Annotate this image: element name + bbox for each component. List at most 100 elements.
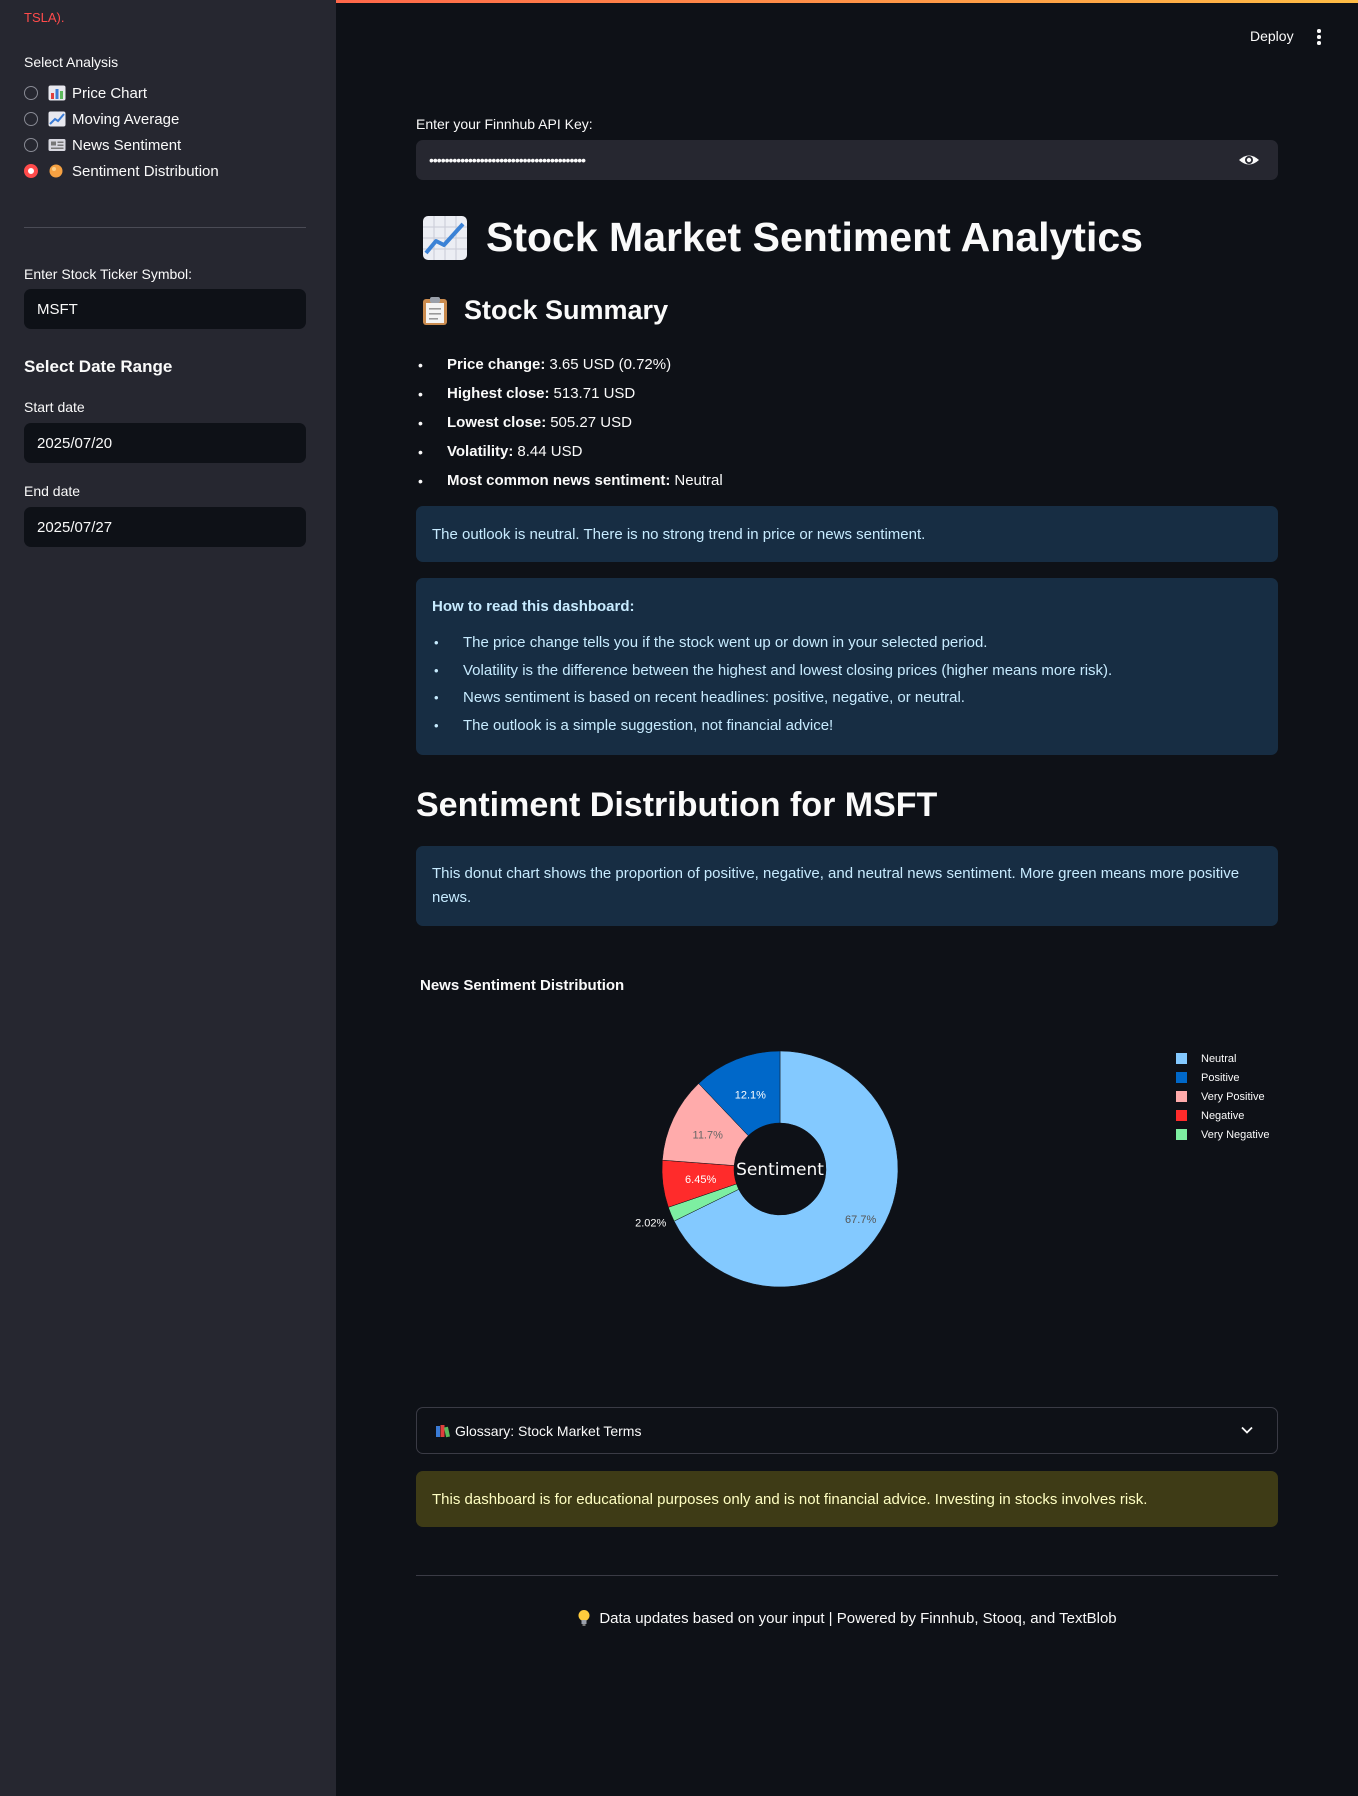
summary-key: Most common news sentiment: [447, 472, 671, 489]
ticker-input[interactable]: MSFT [24, 289, 306, 329]
summary-value: 8.44 USD [517, 443, 583, 460]
radio-button-selected[interactable] [24, 164, 38, 178]
legend-item[interactable]: Positive [1176, 1068, 1269, 1087]
end-date-label: End date [24, 483, 81, 499]
summary-value: 505.27 USD [550, 414, 632, 431]
legend-item[interactable]: Neutral [1176, 1049, 1269, 1068]
glossary-expander[interactable]: Glossary: Stock Market Terms [416, 1407, 1278, 1454]
api-key-label: Enter your Finnhub API Key: [416, 116, 593, 132]
summary-value: Neutral [674, 472, 723, 489]
sidebar: TSLA). Select Analysis Price Chart Movin… [0, 0, 336, 1796]
analysis-label: Select Analysis [24, 54, 119, 70]
glossary-label: Glossary: Stock Market Terms [455, 1422, 642, 1439]
radio-sentiment-distribution[interactable]: Sentiment Distribution [24, 158, 219, 184]
summary-item: Highest close:513.71 USD [416, 379, 723, 408]
radio-moving-average[interactable]: Moving Average [24, 106, 219, 132]
eye-icon[interactable] [1238, 151, 1260, 169]
radio-label: Sentiment Distribution [72, 162, 219, 180]
legend-swatch [1176, 1129, 1187, 1140]
deploy-button[interactable]: Deploy [1240, 26, 1304, 46]
api-key-input[interactable]: •••••••••••••••••••••••••••••••••••••••• [416, 140, 1278, 180]
clipboard-icon [423, 296, 447, 325]
sidebar-divider [24, 227, 306, 228]
summary-value: 513.71 USD [553, 385, 636, 402]
donut-center-label: Sentiment [736, 1160, 824, 1180]
summary-list: Price change:3.65 USD (0.72%) Highest cl… [416, 350, 723, 495]
api-key-value: •••••••••••••••••••••••••••••••••••••••• [429, 152, 586, 168]
footer-divider [416, 1575, 1278, 1576]
chart-info-box: This donut chart shows the proportion of… [416, 846, 1278, 926]
howto-item: Volatility is the difference between the… [432, 657, 1278, 685]
main-menu-icon[interactable] [1314, 27, 1324, 47]
section-heading: Sentiment Distribution for MSFT [416, 786, 938, 824]
howto-item: News sentiment is based on recent headli… [432, 684, 1278, 712]
summary-key: Price change: [447, 356, 546, 373]
howto-list: The price change tells you if the stock … [416, 629, 1278, 739]
radio-news-sentiment[interactable]: News Sentiment [24, 132, 219, 158]
start-date-label: Start date [24, 399, 85, 415]
howto-title: How to read this dashboard: [432, 598, 635, 615]
ticker-label: Enter Stock Ticker Symbol: [24, 266, 193, 282]
legend-item[interactable]: Very Positive [1176, 1087, 1269, 1106]
howto-item: The outlook is a simple suggestion, not … [432, 712, 1278, 740]
books-icon [436, 1424, 450, 1437]
chevron-down-icon[interactable] [1241, 1426, 1253, 1434]
legend-label: Very Negative [1201, 1128, 1270, 1141]
chart-info-text: This donut chart shows the proportion of… [432, 865, 1240, 906]
chart-increasing-icon [423, 215, 467, 260]
donut-slice-label: 67.7% [845, 1214, 876, 1226]
radio-label: News Sentiment [72, 136, 182, 154]
trend-chart-icon [48, 111, 66, 127]
legend-item[interactable]: Very Negative [1176, 1125, 1269, 1144]
summary-heading-text: Stock Summary [464, 295, 669, 325]
summary-item: Volatility:8.44 USD [416, 437, 723, 466]
legend-label: Positive [1201, 1071, 1240, 1084]
legend-label: Very Positive [1201, 1090, 1265, 1103]
chart-legend: Neutral Positive Very Positive Negative … [1176, 1049, 1269, 1144]
start-date-input[interactable]: 2025/07/20 [24, 423, 306, 463]
chart-title: News Sentiment Distribution [420, 977, 625, 994]
footer-text: Data updates based on your input | Power… [599, 1609, 1117, 1627]
page-title-text: Stock Market Sentiment Analytics [486, 214, 1143, 260]
donut-slice-label: 11.7% [693, 1130, 724, 1142]
page-title: Stock Market Sentiment Analytics [422, 214, 1143, 261]
end-date-input[interactable]: 2025/07/27 [24, 507, 306, 547]
legend-swatch [1176, 1072, 1187, 1083]
summary-key: Lowest close: [447, 414, 547, 431]
date-range-heading: Select Date Range [24, 357, 173, 376]
donut-slice-label: 12.1% [735, 1090, 766, 1102]
summary-item: Lowest close:505.27 USD [416, 408, 723, 437]
summary-key: Highest close: [447, 385, 550, 402]
disclaimer-warning-box: This dashboard is for educational purpos… [416, 1471, 1278, 1527]
legend-swatch [1176, 1091, 1187, 1102]
analysis-radio-group: Price Chart Moving Average News Sentimen… [24, 80, 219, 184]
summary-item: Most common news sentiment:Neutral [416, 466, 723, 495]
legend-label: Negative [1201, 1109, 1245, 1122]
outlook-text: The outlook is neutral. There is no stro… [432, 525, 926, 543]
sentiment-donut-chart: 67.7% 2.02% 6.45% 11.7% 12.1% Sentiment [635, 1050, 899, 1288]
legend-swatch [1176, 1110, 1187, 1121]
newspaper-icon [48, 139, 66, 151]
orange-circle-icon [49, 164, 63, 178]
donut-slice-label: 2.02% [635, 1218, 666, 1230]
light-bulb-icon [578, 1610, 590, 1626]
howto-item: The price change tells you if the stock … [432, 629, 1278, 657]
legend-item[interactable]: Negative [1176, 1106, 1269, 1125]
disclaimer-text: This dashboard is for educational purpos… [432, 1490, 1148, 1508]
legend-swatch [1176, 1053, 1187, 1064]
footer: Data updates based on your input | Power… [416, 1609, 1278, 1627]
radio-price-chart[interactable]: Price Chart [24, 80, 219, 106]
donut-slice-label: 6.45% [685, 1174, 716, 1186]
howto-info-box: How to read this dashboard: The price ch… [416, 578, 1278, 755]
summary-heading: Stock Summary [422, 295, 668, 326]
legend-label: Neutral [1201, 1052, 1237, 1065]
summary-key: Volatility: [447, 443, 514, 460]
bar-chart-icon [48, 85, 66, 101]
radio-button[interactable] [24, 86, 38, 100]
outlook-info-box: The outlook is neutral. There is no stro… [416, 506, 1278, 562]
radio-button[interactable] [24, 138, 38, 152]
radio-button[interactable] [24, 112, 38, 126]
summary-item: Price change:3.65 USD (0.72%) [416, 350, 723, 379]
sidebar-warning-text: TSLA). [24, 10, 65, 25]
radio-label: Moving Average [72, 110, 180, 128]
